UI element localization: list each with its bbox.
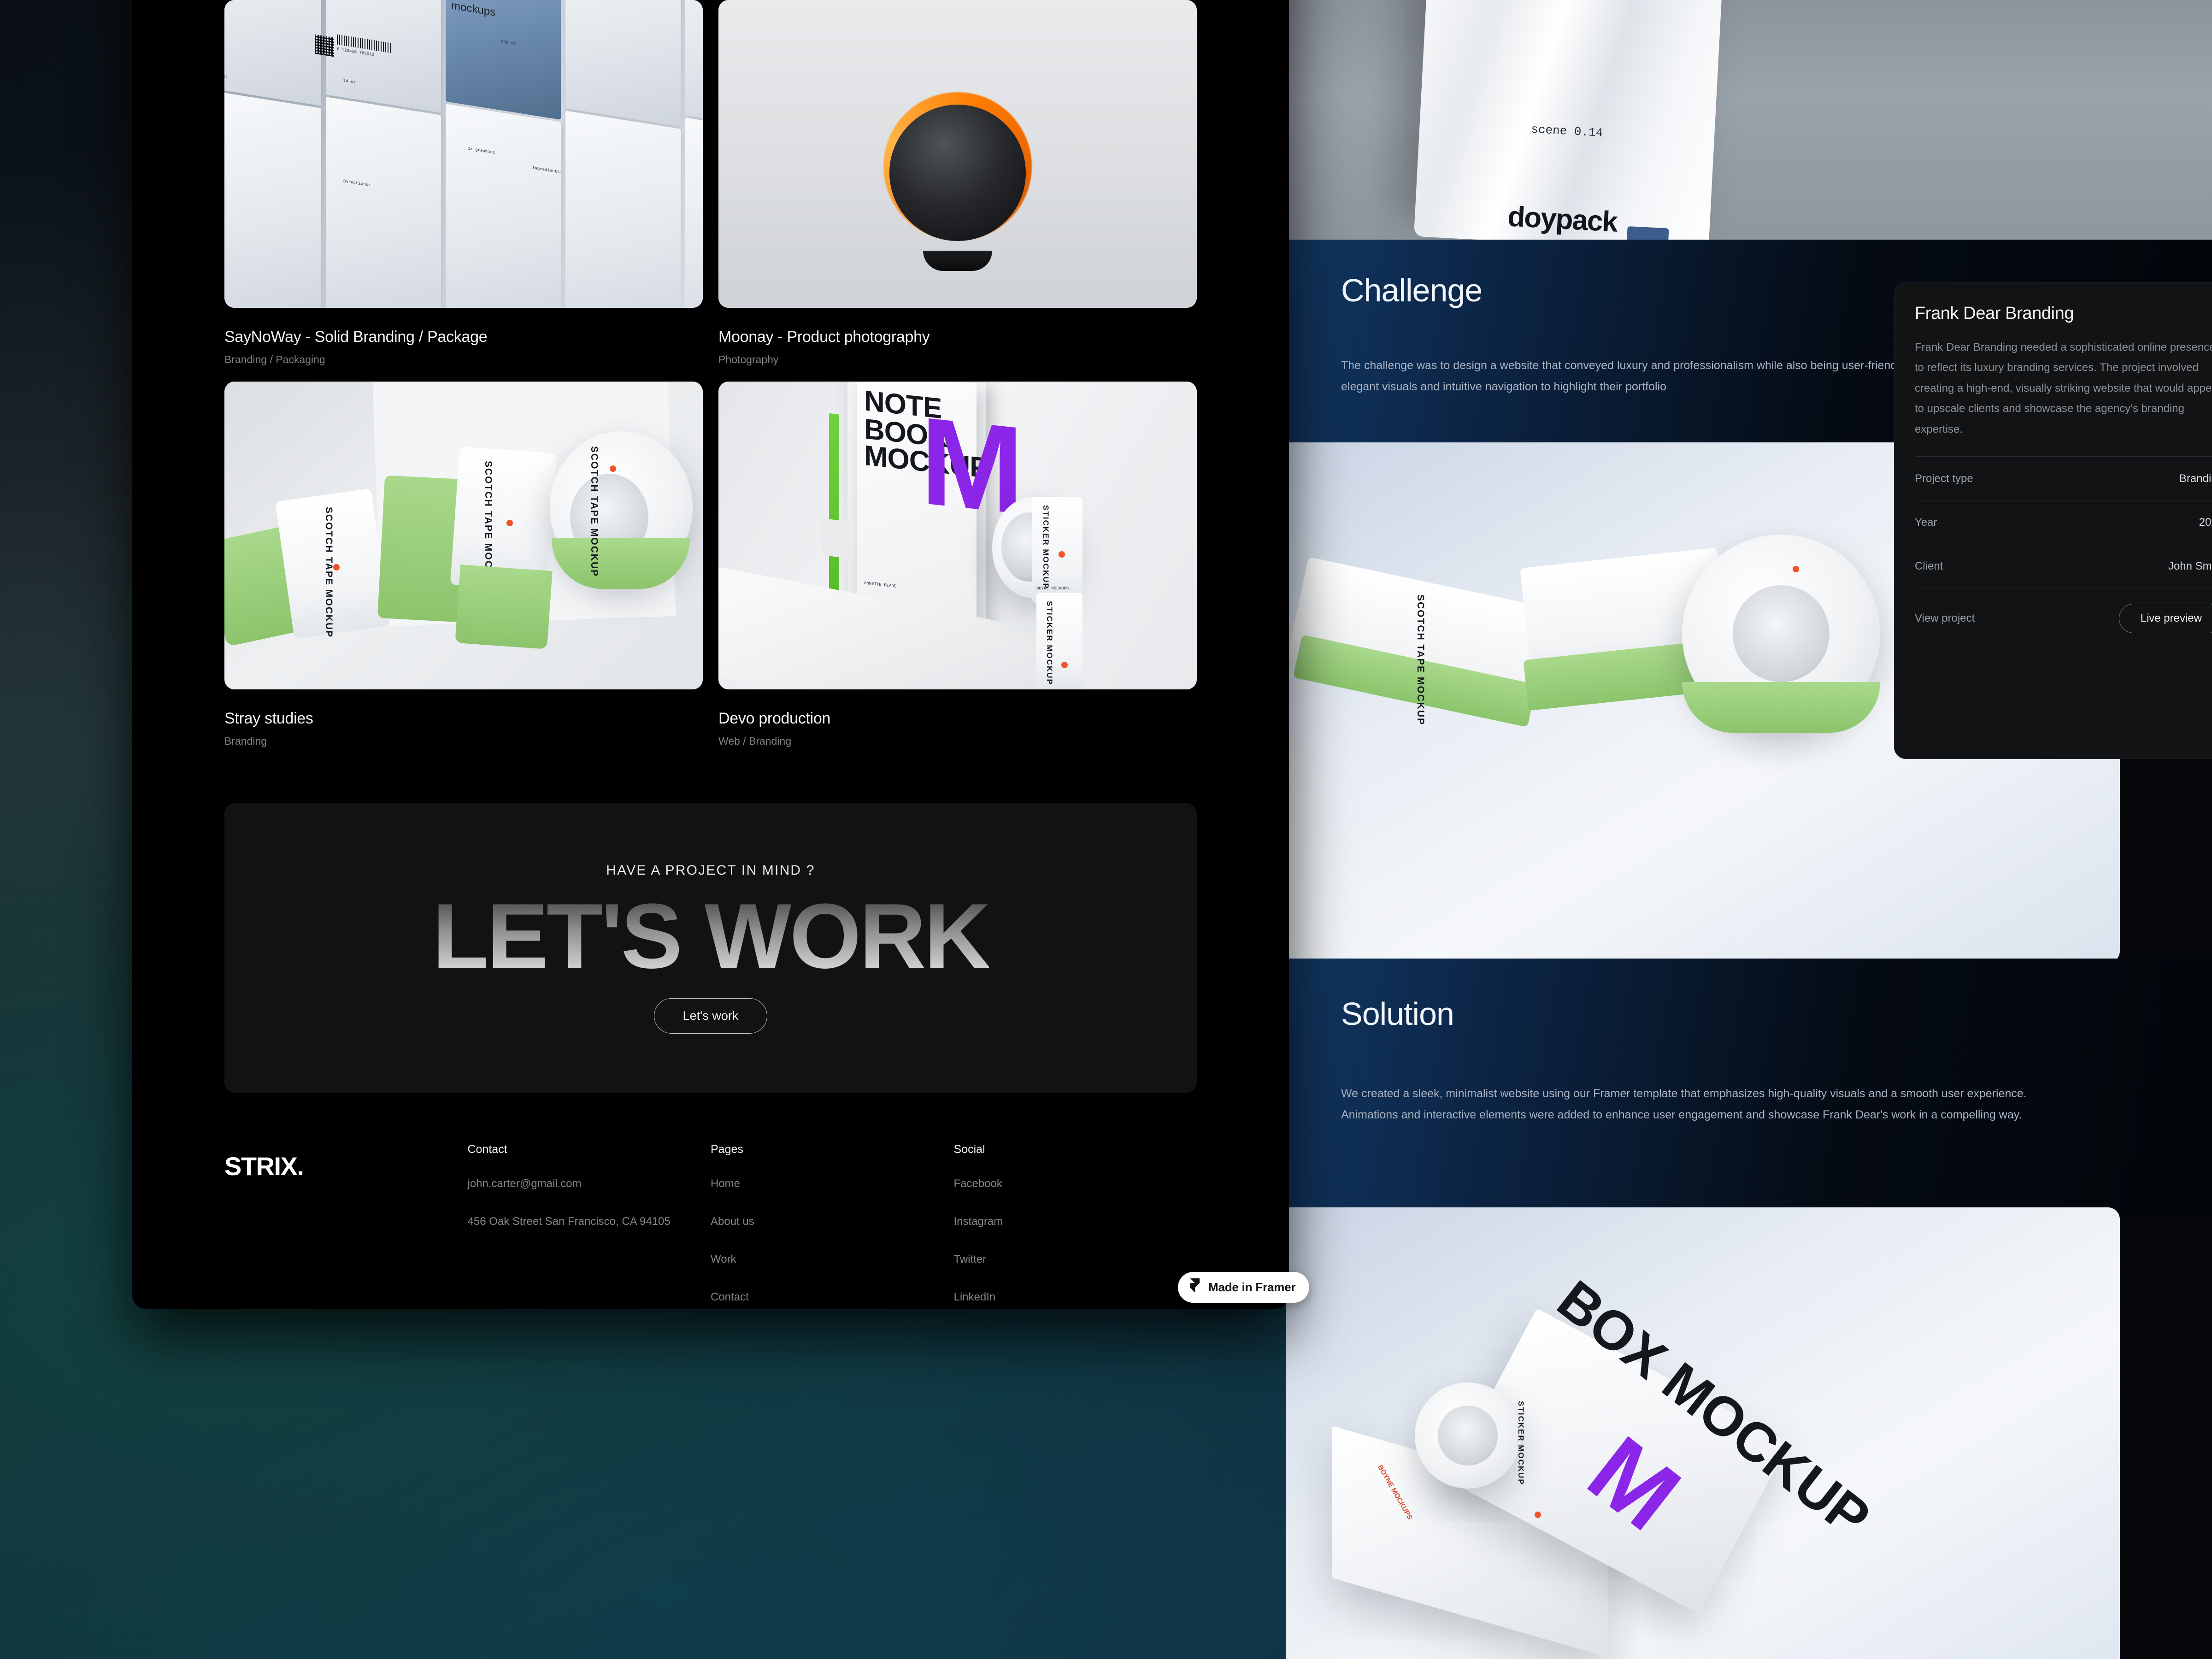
doypack-pouch-mockup: doypack scene 0.14 1s_graphics (1413, 0, 1730, 240)
work-thumbnail-scotch-tape[interactable]: SCOTCH TAPE MOCKUP SCOTCH TAPE MOCKUP SC… (224, 382, 703, 689)
work-item[interactable]: NOTE BOOK MOCKUP M ANNETTE BLADE STICKER… (718, 382, 1197, 747)
project-client-label: Client (1915, 559, 1943, 572)
work-item-category: Branding (224, 735, 267, 747)
project-type-label: Project type (1915, 472, 1973, 485)
cta-headline: LET'S WORK (432, 884, 990, 988)
project-card-row-type: Project type Branding (1915, 456, 2212, 500)
project-year-value: 2024 (2199, 516, 2212, 529)
footer-link-twitter[interactable]: Twitter (954, 1253, 1197, 1266)
cta-kicker: HAVE A PROJECT IN MIND ? (606, 862, 815, 878)
footer-link-address[interactable]: 456 Oak Street San Francisco, CA 94105 (468, 1215, 711, 1228)
work-item-category: Photography (718, 353, 779, 365)
made-in-framer-badge[interactable]: Made in Framer (1178, 1272, 1310, 1303)
view-project-label: View project (1915, 612, 1975, 624)
footer-link-instagram[interactable]: Instagram (954, 1215, 1197, 1228)
project-client-value: John Smith (2168, 559, 2212, 572)
footer-link-linkedin[interactable]: LinkedIn (954, 1291, 1197, 1304)
work-item[interactable]: SCOTCH TAPE MOCKUP SCOTCH TAPE MOCKUP SC… (224, 382, 703, 747)
footer-link-contact[interactable]: Contact (711, 1291, 954, 1304)
footer-column-pages: Pages Home About us Work Contact Blog (711, 1143, 954, 1309)
notebook-letter-m: M (920, 391, 1019, 541)
sticker-mockup-label: STICKER MOCKUP (1041, 505, 1050, 589)
footer-link-about-us[interactable]: About us (711, 1215, 954, 1228)
cta-section: HAVE A PROJECT IN MIND ? LET'S WORK Let'… (224, 803, 1197, 1093)
footer-link-home[interactable]: Home (711, 1177, 954, 1190)
case-study-page-background: doypack scene 0.14 1s_graphics Challenge… (1286, 0, 2212, 1659)
notebook-mockup-credit: BOYNE MOCKUPS (1036, 586, 1069, 591)
site-footer: STRIX. Contact john.carter@gmail.com 456… (224, 1143, 1197, 1309)
challenge-heading: Challenge (1341, 272, 1483, 308)
tape-label: SCOTCH TAPE MOCKUP (589, 446, 600, 577)
framer-logo-icon (1189, 1278, 1201, 1296)
case-study-hero-image: doypack scene 0.14 1s_graphics (1286, 0, 2212, 240)
work-page: package mockups 6 123456 789012 100 ml 1… (132, 0, 1289, 1309)
footer-column-contact: Contact john.carter@gmail.com 456 Oak St… (468, 1143, 711, 1309)
lets-work-button[interactable]: Let's work (653, 998, 768, 1034)
live-preview-button[interactable]: Live preview (2118, 603, 2212, 633)
project-year-label: Year (1915, 516, 1937, 529)
project-card-row-year: Year 2024 (1915, 500, 2212, 544)
sticker-mockup-label: STICKER MOCKUP (1045, 601, 1054, 685)
project-detail-card: Frank Dear Branding Frank Dear Branding … (1894, 282, 2212, 759)
footer-heading-social: Social (953, 1143, 985, 1156)
sticker-mockup-label: STICKER MOCKUP (1517, 1401, 1525, 1485)
footer-column-social: Social Facebook Instagram Twitter Linked… (954, 1143, 1197, 1309)
footer-logo[interactable]: STRIX. (224, 1143, 468, 1309)
work-thumbnail-notebook[interactable]: NOTE BOOK MOCKUP M ANNETTE BLADE STICKER… (718, 382, 1197, 689)
made-in-framer-label: Made in Framer (1208, 1280, 1296, 1294)
work-item-category: Branding / Packaging (224, 353, 325, 365)
pouch-scene-label: scene 0.14 (1530, 122, 1604, 140)
case-study-photo-box: BOX MOCKUP M STICKER MOCKUP BOYNE MOCKUP… (1286, 1207, 2120, 1659)
footer-heading-pages: Pages (711, 1143, 743, 1156)
work-item-category: Web / Branding (718, 735, 792, 747)
work-item-title: Stray studies (224, 710, 313, 727)
work-item[interactable]: Moonay - Product photography Photography (718, 0, 1197, 366)
project-card-row-client: Client John Smith (1915, 543, 2212, 588)
solution-heading: Solution (1341, 996, 1454, 1032)
case-study-section-solution: Solution We created a sleek, minimalist … (1286, 959, 2212, 1217)
footer-link-email[interactable]: john.carter@gmail.com (468, 1177, 711, 1190)
footer-heading-contact: Contact (467, 1143, 507, 1156)
project-card-row-action: View project Live preview (1915, 587, 2212, 648)
work-item-title: Moonay - Product photography (718, 328, 930, 346)
work-item[interactable]: package mockups 6 123456 789012 100 ml 1… (224, 0, 703, 366)
footer-link-work[interactable]: Work (711, 1253, 954, 1266)
project-type-value: Branding (2179, 472, 2212, 485)
work-item-title: Devo production (718, 710, 831, 727)
solution-paragraph: We created a sleek, minimalist website u… (1341, 1087, 2027, 1122)
pouch-wordmark: doypack (1506, 200, 1618, 238)
work-thumbnail-speaker[interactable] (718, 0, 1197, 308)
tape-label: SCOTCH TAPE MOCKUP (1415, 594, 1426, 726)
work-thumbnail-package[interactable]: package mockups 6 123456 789012 100 ml 1… (224, 0, 703, 308)
work-item-title: SayNoWay - Solid Branding / Package (224, 328, 488, 346)
portfolio-window: package mockups 6 123456 789012 100 ml 1… (132, 0, 1289, 1309)
project-card-title: Frank Dear Branding (1915, 304, 2074, 323)
project-card-description: Frank Dear Branding needed a sophisticat… (1915, 341, 2212, 435)
work-grid: package mockups 6 123456 789012 100 ml 1… (224, 0, 1197, 747)
tape-label: SCOTCH TAPE MOCKUP (324, 507, 334, 638)
footer-link-facebook[interactable]: Facebook (954, 1177, 1197, 1190)
